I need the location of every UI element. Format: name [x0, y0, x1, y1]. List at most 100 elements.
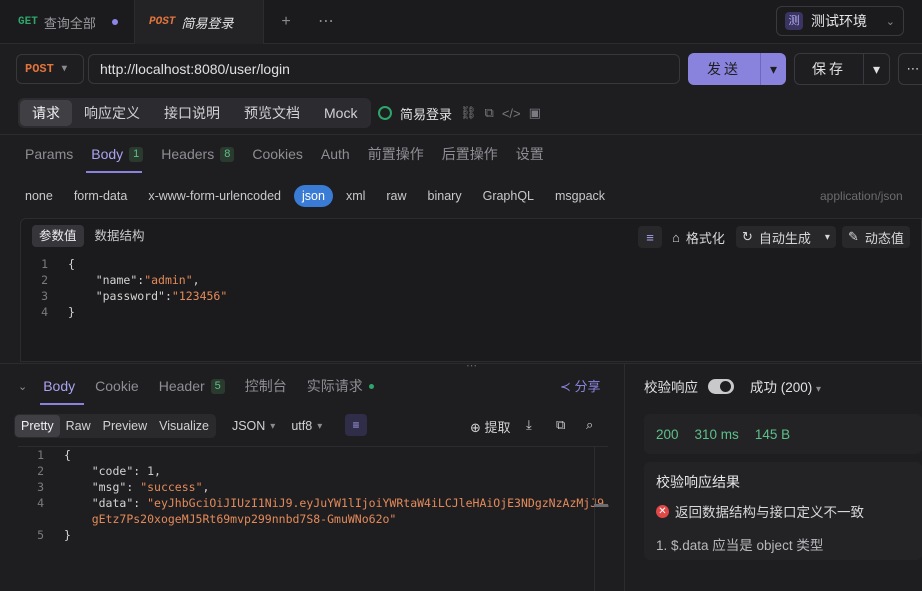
scrollbar[interactable] [594, 446, 608, 591]
panel-icon[interactable]: ▣ [529, 105, 541, 121]
tab-param-values[interactable]: 参数值 [32, 225, 84, 247]
code-text: "password":"123456" [95, 289, 228, 303]
encoding-select[interactable]: utf8 ▾ [291, 419, 322, 433]
bodytype-graphql[interactable]: GraphQL [483, 185, 534, 207]
download-icon[interactable]: ⤓ [526, 417, 532, 433]
chevron-down-icon: ⌄ [885, 15, 895, 28]
request-code[interactable]: 1{ 2 "name":"admin", 3 "password":"12345… [20, 256, 227, 320]
resp-tab-console[interactable]: 控制台 [245, 376, 287, 396]
tab-settings[interactable]: 设置 [516, 140, 544, 168]
share-button[interactable]: ≺ 分享 [560, 376, 601, 395]
search-icon[interactable]: ⌕ [586, 417, 593, 433]
chevron-down-icon[interactable]: ▾ [825, 232, 830, 243]
dynamic-value-button[interactable]: ✎ 动态值 [842, 226, 910, 248]
lang-select[interactable]: JSON ▾ [232, 419, 275, 433]
bodytype-form-data[interactable]: form-data [74, 185, 128, 207]
more-tabs-icon[interactable]: ⋯ [316, 12, 336, 32]
format-preview[interactable]: Preview [97, 415, 153, 437]
status-select[interactable]: 成功 (200) ▾ [750, 376, 821, 396]
refresh-icon: ↻ [742, 229, 753, 244]
method-label: GET [18, 16, 38, 28]
code-line: 4} [20, 304, 227, 320]
url-input[interactable]: http://localhost:8080/user/login [88, 54, 680, 84]
format-segment: Pretty Raw Preview Visualize [14, 414, 216, 438]
line-number: 3 [41, 289, 48, 303]
save-button[interactable]: 保存 ▾ [794, 53, 890, 85]
chevron-down-icon: ▾ [317, 420, 323, 432]
chevron-down-icon: ▾ [61, 64, 67, 75]
auto-label: 自动生成 [758, 230, 811, 246]
bodytype-xml[interactable]: xml [346, 185, 365, 207]
count-badge: 8 [220, 146, 235, 162]
code-line: 2 "code": 1, [16, 463, 611, 479]
format-button[interactable]: ⌂ 格式化 [672, 226, 725, 248]
tab-body[interactable]: Body 1 [91, 140, 144, 168]
json-value: "eyJhbGciOiJIUzI1NiJ9.eyJuYW1lIjoiYWRtaW… [147, 496, 611, 510]
method-select[interactable]: POST ▾ [16, 54, 84, 84]
bodytype-json[interactable]: json [294, 185, 333, 207]
subtab-request[interactable]: 请求 [20, 100, 72, 126]
json-key: "password" [95, 289, 165, 303]
copy-icon[interactable]: ⧉ [485, 105, 494, 121]
subtab-mock[interactable]: Mock [312, 100, 369, 126]
method-value: POST [25, 62, 54, 76]
wrap-icon[interactable]: ≡ [345, 414, 367, 436]
tab-get-query-all[interactable]: GET 查询全部 [4, 0, 132, 44]
tab-headers[interactable]: Headers 8 [161, 140, 235, 168]
tab-cookies[interactable]: Cookies [252, 140, 303, 168]
resp-tab-body[interactable]: Body [43, 378, 75, 394]
bodytype-msgpack[interactable]: msgpack [555, 185, 605, 207]
response-code[interactable]: 1{ 2 "code": 1, 3 "msg": "success", 4 "d… [16, 447, 611, 543]
subtab-response-def[interactable]: 响应定义 [72, 100, 152, 126]
link-icon[interactable]: ⛓ [460, 105, 477, 121]
chevron-down-icon[interactable]: ▾ [761, 61, 786, 78]
auto-generate-button[interactable]: ↻ 自动生成 ▾ [736, 226, 836, 248]
line-number: 1 [37, 448, 44, 462]
code-line: 2 "name":"admin", [20, 272, 227, 288]
api-name-area: 简易登录 ⛓ ⧉ </> ▣ [378, 100, 541, 126]
result-error: ✕ 返回数据结构与接口定义不一致 [656, 501, 864, 521]
bodytype-urlencoded[interactable]: x-www-form-urlencoded [148, 185, 281, 207]
format-raw[interactable]: Raw [60, 415, 97, 437]
encoding-value: utf8 [291, 419, 313, 433]
chevron-down-icon[interactable]: ▾ [864, 61, 889, 78]
bodytype-binary[interactable]: binary [428, 185, 462, 207]
resp-tab-cookie[interactable]: Cookie [95, 378, 139, 394]
request-subtabs: 请求 响应定义 接口说明 预览文档 Mock [18, 98, 372, 128]
add-tab-icon[interactable]: + [276, 12, 296, 32]
code-line: 4 "data": "eyJhbGciOiJIUzI1NiJ9.eyJuYW1l… [16, 495, 611, 511]
validation-label: 校验响应 [644, 380, 698, 395]
json-key: "data" [91, 496, 134, 510]
resp-tab-header[interactable]: Header 5 [159, 378, 225, 394]
tab-post-ops[interactable]: 后置操作 [442, 140, 498, 168]
tab-auth[interactable]: Auth [321, 140, 350, 168]
api-name[interactable]: 简易登录 [400, 104, 452, 123]
tab-label: Auth [320, 146, 350, 162]
format-visualize[interactable]: Visualize [153, 415, 215, 437]
validation-toggle[interactable] [708, 378, 734, 394]
tab-params[interactable]: Params [25, 140, 73, 168]
bodytype-none[interactable]: none [25, 185, 53, 207]
wrap-icon[interactable]: ≡ [638, 226, 662, 248]
code-line: 1{ [16, 447, 611, 463]
subtab-api-doc[interactable]: 接口说明 [152, 100, 232, 126]
content-type-label: application/json [820, 189, 903, 203]
format-pretty[interactable]: Pretty [15, 415, 60, 437]
subtab-preview-doc[interactable]: 预览文档 [232, 100, 312, 126]
code-icon[interactable]: </> [502, 106, 521, 121]
status-code: 200 [656, 426, 679, 442]
extract-button[interactable]: ⊕ 提取 [470, 417, 511, 436]
resp-tab-actual-request[interactable]: 实际请求 [307, 376, 374, 396]
environment-selector[interactable]: 测 测试环境 ⌄ [776, 6, 904, 36]
tab-data-structure[interactable]: 数据结构 [88, 225, 152, 247]
bodytype-raw[interactable]: raw [386, 185, 406, 207]
tab-post-login[interactable]: POST 简易登录 [134, 0, 264, 44]
code-text: gEtz7Ps20xogeMJ5Rt69mvp299nnbd7S8-GmuWNo… [44, 511, 397, 527]
scroll-thumb[interactable] [594, 504, 608, 507]
send-button[interactable]: 发送 ▾ [688, 53, 786, 85]
collapse-icon[interactable]: ⌄ [18, 380, 27, 393]
copy-icon[interactable]: ⧉ [556, 417, 565, 433]
more-options-icon[interactable]: ⋯ [898, 53, 922, 85]
tab-label: Cookie [95, 378, 139, 394]
tab-pre-ops[interactable]: 前置操作 [368, 140, 424, 168]
